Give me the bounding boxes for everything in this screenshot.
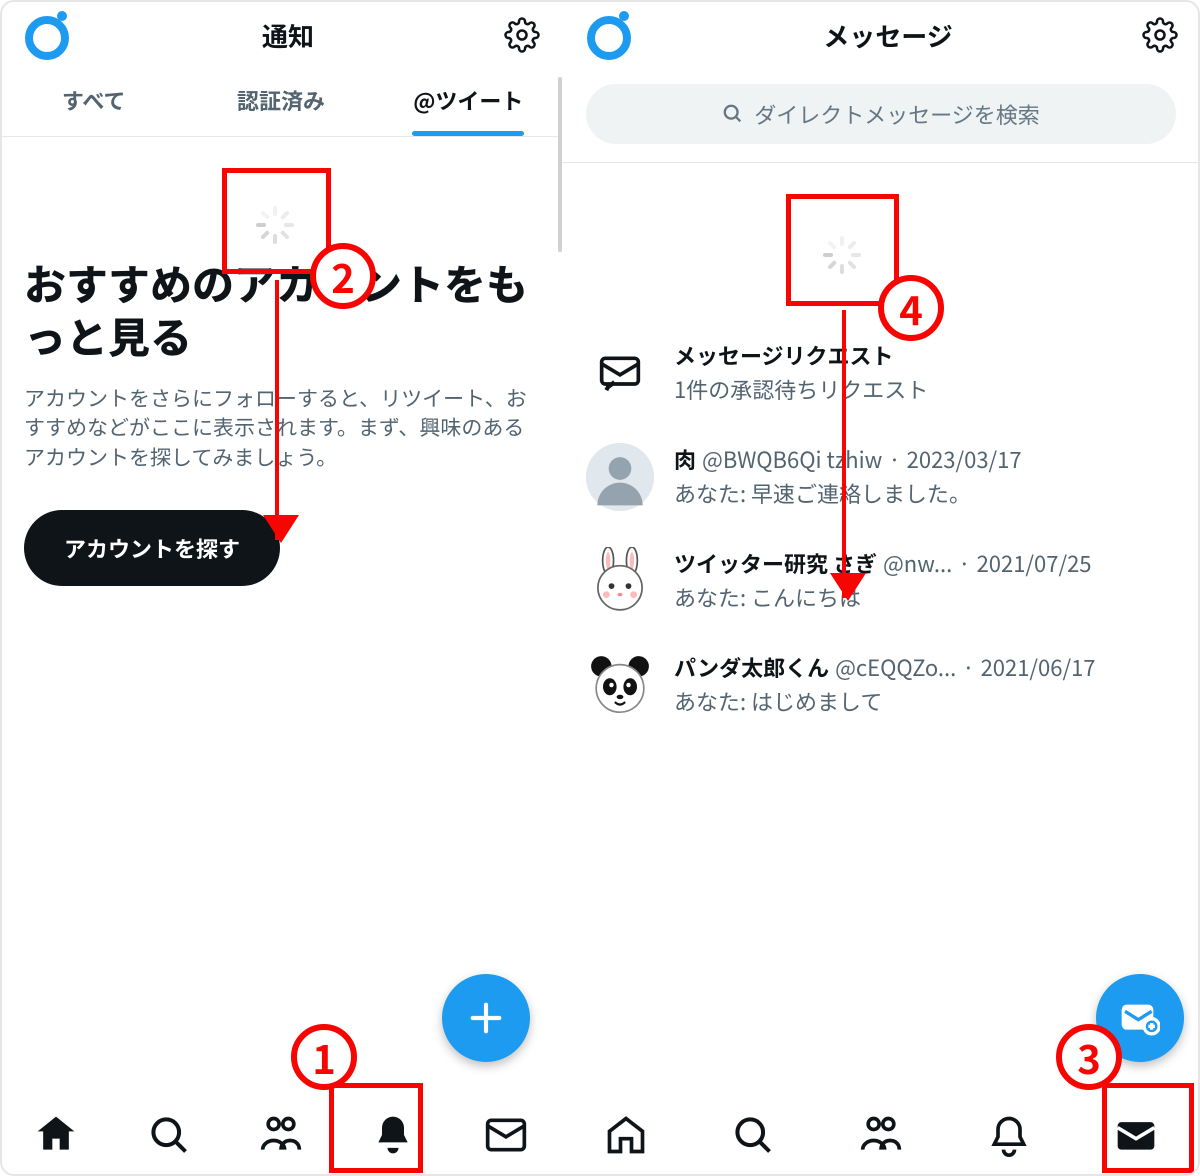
header: 通知 (0, 0, 562, 66)
dm-name: 肉 (674, 443, 696, 475)
header: メッセージ (562, 0, 1200, 66)
dm-date: 2021/07/25 (977, 547, 1092, 579)
divider (562, 162, 1200, 163)
settings-icon[interactable] (1142, 17, 1178, 53)
nav-messages-icon[interactable] (484, 1113, 528, 1157)
dm-row[interactable]: ツイッター研究 さぎ @nw... · 2021/07/25 あなた: こんにち… (568, 529, 1194, 633)
request-title: メッセージリクエスト (674, 339, 894, 371)
dm-row[interactable]: 肉 @BWQB6Qi tzhiw · 2023/03/17 あなた: 早速ご連絡… (568, 425, 1194, 529)
annotation-box-1 (329, 1083, 423, 1173)
dm-list: メッセージリクエスト 1件の承認待ちリクエスト 肉 @BWQB6Qi tzhiw… (562, 321, 1200, 737)
compose-fab[interactable] (442, 974, 530, 1062)
dm-preview: あなた: 早速ご連絡しました。 (674, 477, 1176, 509)
tab-mentions[interactable]: @ツイート (375, 66, 562, 136)
account-avatar-logo[interactable] (584, 10, 634, 60)
bottom-nav (0, 1094, 562, 1176)
dm-handle: @cEQQZo... (835, 651, 956, 683)
dm-handle: @nw... (883, 547, 952, 579)
annotation-arrow-4 (842, 310, 846, 598)
find-accounts-button[interactable]: アカウントを探す (24, 510, 280, 586)
dm-search-input[interactable]: ダイレクトメッセージを検索 (586, 84, 1176, 144)
nav-communities-icon[interactable] (259, 1113, 303, 1157)
annotation-box-3 (1102, 1083, 1194, 1173)
tab-verified[interactable]: 認証済み (187, 66, 374, 136)
page-title: 通知 (262, 17, 314, 54)
pane-messages: メッセージ ダイレクトメッセージを検索 メッセージリクエスト 1件の承認待ちリク… (562, 0, 1200, 1176)
annotation-number-3: 3 (1056, 1024, 1122, 1090)
pane-notifications: 通知 すべて 認証済み @ツイート おすすめのアカウントをもっと見る アカウント… (0, 0, 562, 1176)
nav-communities-icon[interactable] (859, 1113, 903, 1157)
dm-row[interactable]: パンダ太郎くん @cEQQZo... · 2021/06/17 あなた: はじめ… (568, 633, 1194, 737)
annotation-number-2: 2 (310, 243, 376, 309)
message-request-row[interactable]: メッセージリクエスト 1件の承認待ちリクエスト (568, 321, 1194, 425)
dm-handle: @BWQB6Qi tzhiw (702, 443, 882, 475)
avatar-panda-icon (586, 651, 654, 719)
nav-home-icon[interactable] (604, 1113, 648, 1157)
dm-name: パンダ太郎くん (674, 651, 829, 683)
annotation-arrow-2 (275, 280, 279, 540)
search-icon (722, 103, 744, 125)
page-title: メッセージ (823, 17, 952, 54)
empty-desc: アカウントをさらにフォローすると、リツイート、おすすめなどがここに表示されます。… (24, 384, 538, 472)
nav-home-icon[interactable] (34, 1113, 78, 1157)
nav-notifications-icon[interactable] (987, 1113, 1031, 1157)
tab-all[interactable]: すべて (0, 66, 187, 136)
nav-search-icon[interactable] (147, 1113, 191, 1157)
annotation-box-4 (786, 194, 899, 306)
dm-preview: あなた: はじめまして (674, 685, 1176, 717)
dm-preview: あなた: こんにちは (674, 581, 1176, 613)
annotation-number-1: 1 (291, 1024, 357, 1090)
dm-date: 2023/03/17 (907, 443, 1022, 475)
annotation-number-4: 4 (878, 275, 944, 341)
request-sub: 1件の承認待ちリクエスト (674, 373, 1176, 405)
dm-search-placeholder: ダイレクトメッセージを検索 (754, 98, 1040, 130)
settings-icon[interactable] (504, 17, 540, 53)
nav-search-icon[interactable] (731, 1113, 775, 1157)
account-avatar-logo[interactable] (22, 10, 72, 60)
tabs: すべて 認証済み @ツイート (0, 66, 562, 137)
avatar-silhouette-icon (586, 443, 654, 511)
avatar-bunny-icon (586, 547, 654, 615)
dm-date: 2021/06/17 (981, 651, 1096, 683)
message-request-icon (586, 339, 654, 407)
